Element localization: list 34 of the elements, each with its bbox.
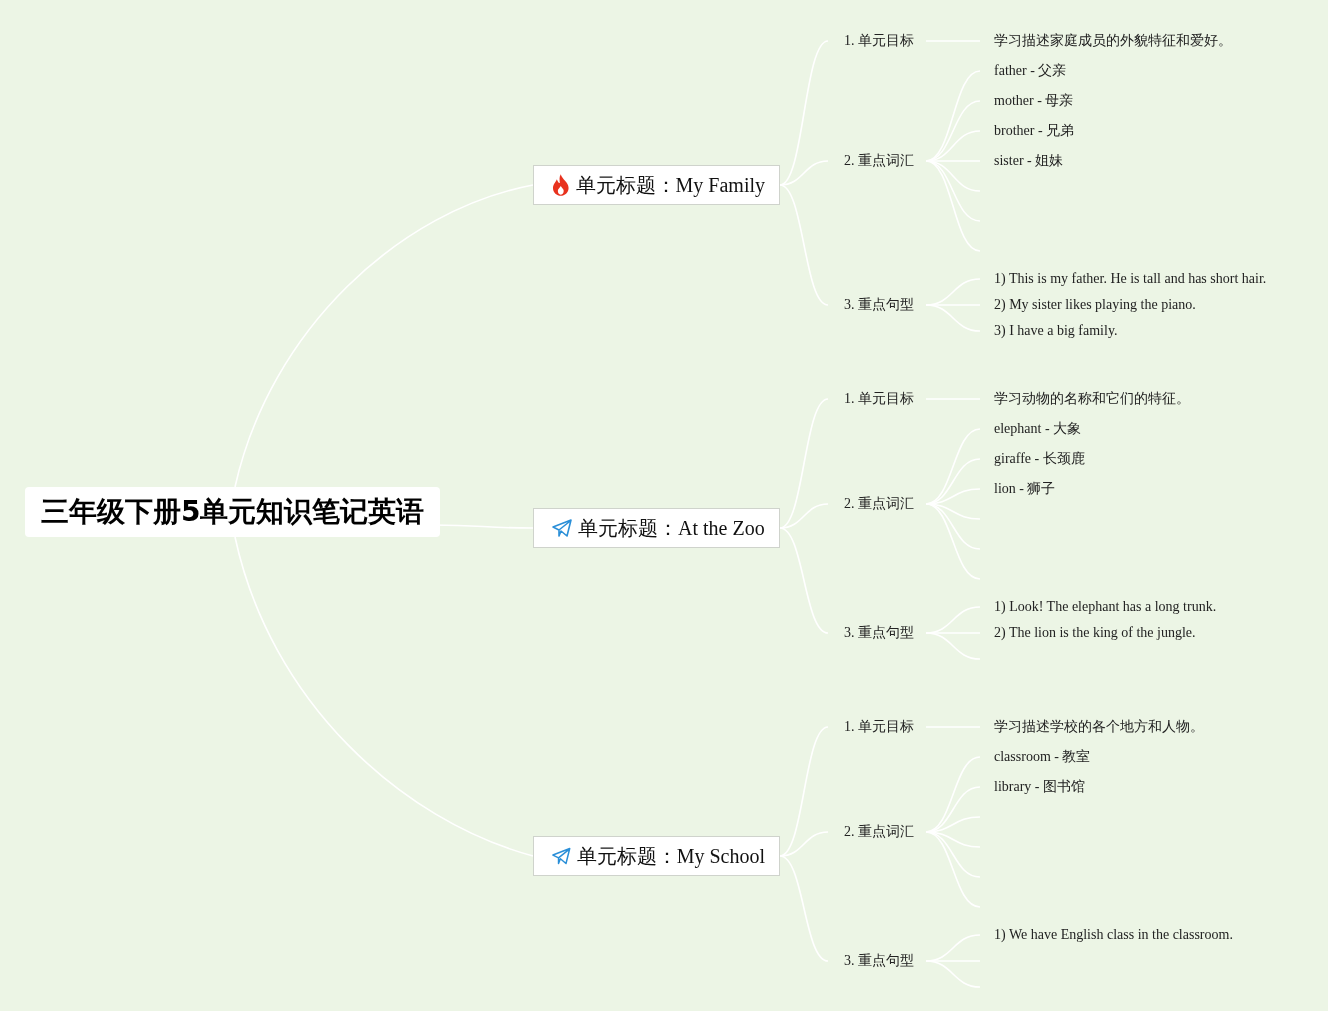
paper-plane-icon xyxy=(552,847,571,865)
leaf-text: 2) The lion is the king of the jungle. xyxy=(994,624,1196,642)
section-label: 3. 重点句型 xyxy=(844,624,914,642)
section-label: 1. 单元目标 xyxy=(844,32,914,50)
section-label: 2. 重点词汇 xyxy=(844,823,914,841)
leaf-text: father - 父亲 xyxy=(994,62,1067,80)
unit-topic: 单元标题：At the Zoo xyxy=(533,508,780,548)
leaf-text: elephant - 大象 xyxy=(994,420,1082,438)
leaf-text: brother - 兄弟 xyxy=(994,122,1075,140)
section-label: 1. 单元目标 xyxy=(844,390,914,408)
mind-map-root-topic: 三年级下册5单元知识笔记英语 xyxy=(25,487,441,537)
section-label: 2. 重点词汇 xyxy=(844,152,914,170)
leaf-text: 3) I have a big family. xyxy=(994,322,1118,340)
section-label: 1. 单元目标 xyxy=(844,718,914,736)
leaf-text: sister - 姐妹 xyxy=(994,152,1064,170)
section-label: 3. 重点句型 xyxy=(844,296,914,314)
leaf-text: lion - 狮子 xyxy=(994,480,1056,498)
section-label: 3. 重点句型 xyxy=(844,952,914,970)
leaf-text: 1) This is my father. He is tall and has short hair. xyxy=(994,270,1267,288)
unit-topic: 单元标题：My School xyxy=(533,836,780,876)
flame-icon xyxy=(552,174,570,196)
leaf-text: mother - 母亲 xyxy=(994,92,1074,110)
leaf-text: 学习描述家庭成员的外貌特征和爱好。 xyxy=(994,32,1232,50)
paper-plane-icon xyxy=(552,519,572,537)
leaf-text: 学习动物的名称和它们的特征。 xyxy=(994,390,1190,408)
section-label: 2. 重点词汇 xyxy=(844,495,914,513)
leaf-text: giraffe - 长颈鹿 xyxy=(994,450,1085,468)
leaf-text: 2) My sister likes playing the piano. xyxy=(994,296,1196,314)
leaf-text: library - 图书馆 xyxy=(994,778,1085,796)
leaf-text: 学习描述学校的各个地方和人物。 xyxy=(994,718,1204,736)
unit-topic: 单元标题：My Family xyxy=(533,165,780,205)
leaf-text: 1) Look! The elephant has a long trunk. xyxy=(994,598,1217,616)
leaf-text: classroom - 教室 xyxy=(994,748,1091,766)
leaf-text: 1) We have English class in the classroom. xyxy=(994,926,1233,944)
